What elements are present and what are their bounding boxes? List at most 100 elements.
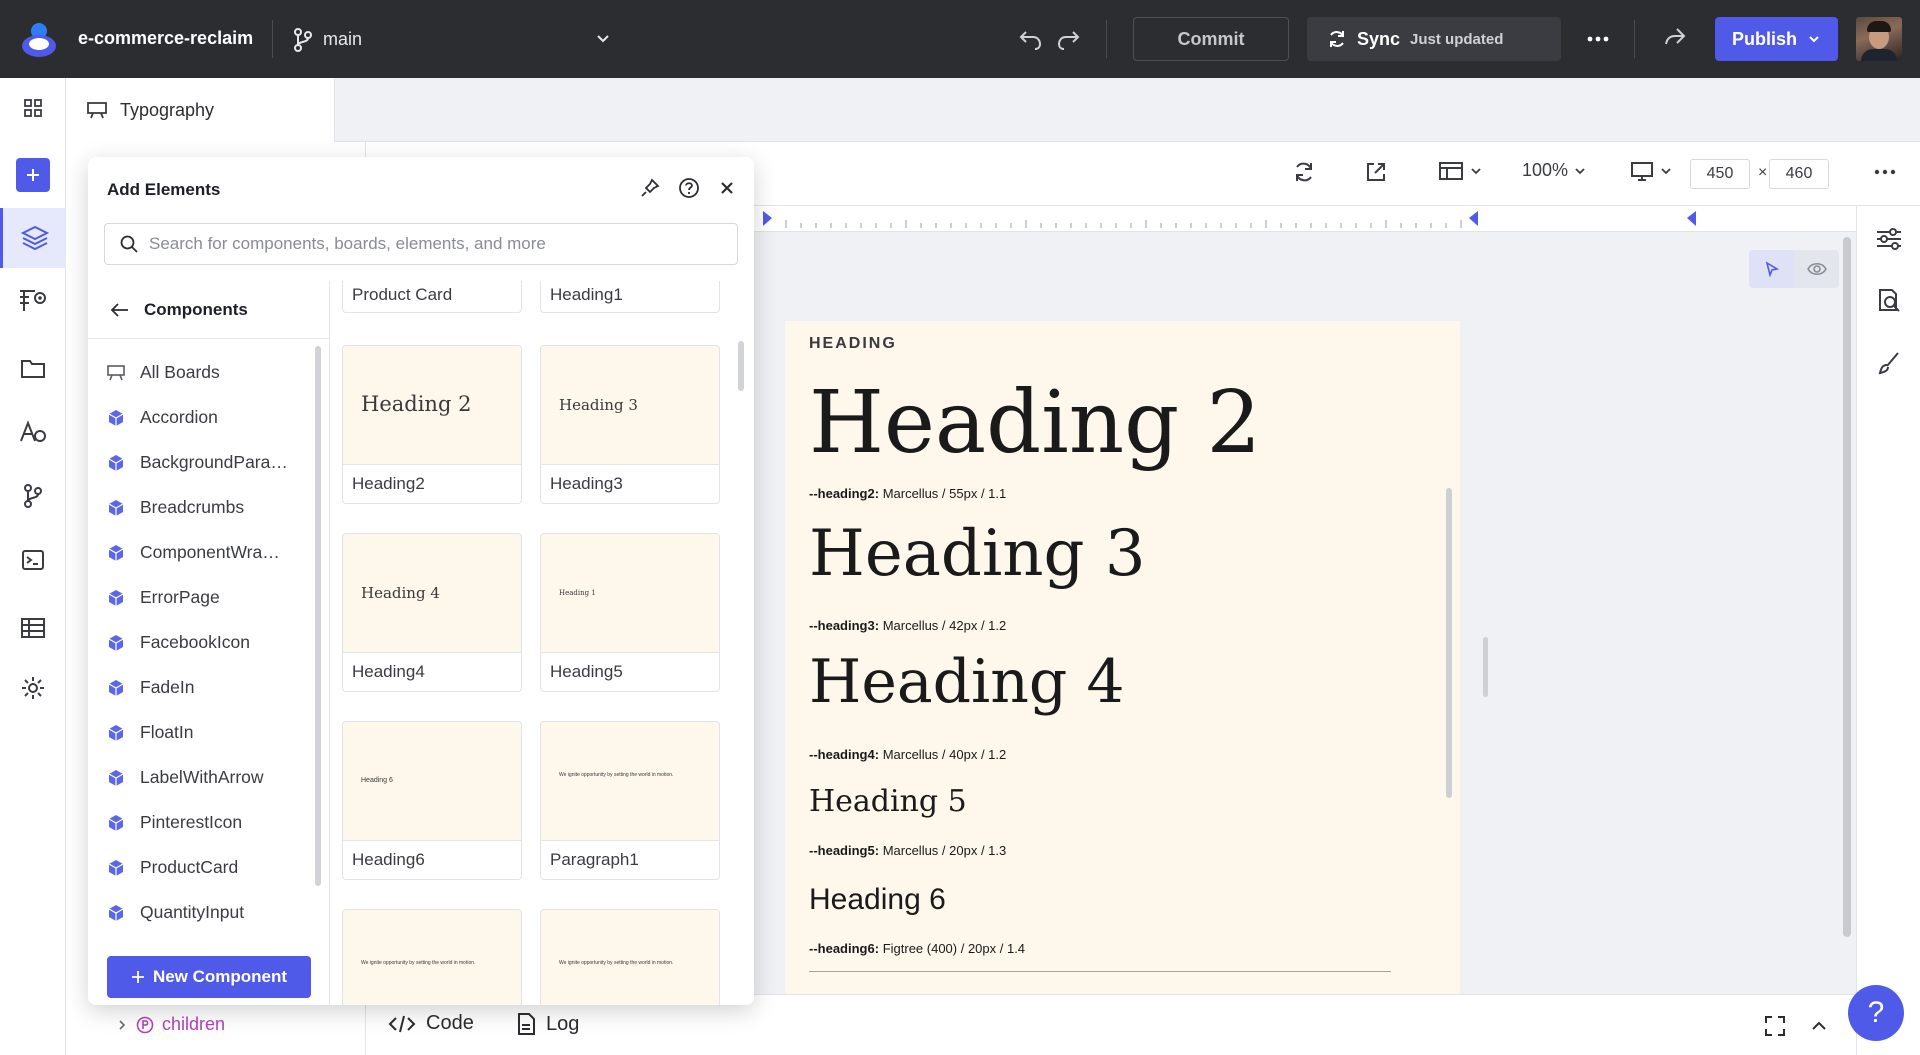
- rail-item-files[interactable]: [0, 338, 66, 398]
- list-item-label: ErrorPage: [140, 587, 220, 607]
- layout-dropdown[interactable]: [1438, 160, 1482, 182]
- list-item[interactable]: Accordion: [88, 395, 318, 440]
- redo-icon[interactable]: [1055, 26, 1081, 52]
- help-button[interactable]: ?: [1848, 985, 1904, 1041]
- list-scrollbar[interactable]: [315, 346, 321, 886]
- refresh-button[interactable]: [1292, 160, 1316, 184]
- project-name[interactable]: e-commerce-reclaim: [78, 28, 253, 49]
- chevron-down-icon: [1575, 167, 1585, 174]
- list-item[interactable]: FadeIn: [88, 665, 318, 710]
- chevron-down-icon[interactable]: [595, 30, 611, 46]
- list-item[interactable]: ComponentWra…: [88, 530, 318, 575]
- list-item[interactable]: PinterestIcon: [88, 800, 318, 845]
- canvas-more-button[interactable]: [1873, 160, 1897, 184]
- heading2-sample[interactable]: Heading 2: [809, 373, 1261, 473]
- list-item[interactable]: QuantityInput: [88, 890, 318, 935]
- rail-item-dashboard[interactable]: [0, 78, 66, 138]
- code-tab[interactable]: Code: [388, 1012, 474, 1035]
- card-thumbnail: Heading 1: [541, 534, 719, 653]
- heading4-sample[interactable]: Heading 4: [809, 647, 1125, 717]
- component-card[interactable]: Heading 3 Heading3: [540, 345, 720, 504]
- new-component-button[interactable]: New Component: [107, 956, 311, 998]
- sync-button[interactable]: Sync Just updated: [1307, 17, 1561, 61]
- branch-name[interactable]: main: [323, 29, 362, 50]
- heading3-sample[interactable]: Heading 3: [809, 517, 1146, 591]
- component-card[interactable]: Heading1: [540, 281, 720, 313]
- sliders-icon[interactable]: [1875, 226, 1903, 252]
- component-card[interactable]: Heading 2 Heading2: [342, 345, 522, 504]
- pin-icon[interactable]: [640, 178, 660, 198]
- rail-item-typography[interactable]: [0, 402, 66, 462]
- preview-mode-button[interactable]: [1794, 250, 1839, 288]
- help-circle-icon[interactable]: [678, 177, 700, 199]
- heading6-sample[interactable]: Heading 6: [809, 883, 946, 917]
- arrow-left-icon: [110, 302, 128, 317]
- rail-item-branches[interactable]: [0, 466, 66, 526]
- log-tab[interactable]: Log: [516, 1012, 579, 1036]
- branch-icon: [24, 484, 42, 508]
- search-box[interactable]: [104, 223, 738, 265]
- rail-item-components[interactable]: [0, 270, 66, 330]
- publish-button[interactable]: Publish: [1715, 17, 1838, 61]
- rail-item-console[interactable]: [0, 530, 66, 590]
- components-header[interactable]: Components: [88, 281, 329, 339]
- list-item[interactable]: All Boards: [88, 350, 318, 395]
- typography-board[interactable]: HEADING Heading 2 --heading2: Marcellus …: [785, 321, 1460, 994]
- inspect-icon[interactable]: [1876, 288, 1902, 314]
- more-options-icon[interactable]: [1585, 26, 1611, 52]
- heading5-sample[interactable]: Heading 5: [809, 784, 967, 819]
- component-card[interactable]: Product Card: [342, 281, 522, 313]
- list-item[interactable]: LabelWithArrow: [88, 755, 318, 800]
- component-card[interactable]: Heading 4 Heading4: [342, 533, 522, 692]
- list-item-label: FloatIn: [140, 722, 194, 742]
- component-card[interactable]: We ignite opportunity by setting the wor…: [540, 909, 720, 1005]
- app-logo-icon[interactable]: [18, 18, 60, 60]
- layer-item-children[interactable]: children: [116, 1014, 225, 1035]
- open-external-button[interactable]: [1364, 160, 1388, 184]
- list-item[interactable]: FacebookIcon: [88, 620, 318, 665]
- zoom-dropdown[interactable]: 100%: [1522, 160, 1586, 181]
- tab-strip: Typography: [66, 78, 1920, 142]
- brush-icon[interactable]: [1876, 350, 1902, 376]
- layers-icon: [20, 225, 49, 251]
- rail-item-data[interactable]: [0, 598, 66, 658]
- close-icon[interactable]: [718, 179, 736, 197]
- component-card[interactable]: Heading 1 Heading5: [540, 533, 720, 692]
- component-card[interactable]: We ignite opportunity by setting the wor…: [342, 909, 522, 1005]
- rail-item-layers[interactable]: [0, 208, 66, 268]
- board-icon: [87, 102, 107, 119]
- list-item[interactable]: BackgroundPara…: [88, 440, 318, 485]
- board-scrollbar[interactable]: [1446, 488, 1452, 798]
- select-mode-button[interactable]: [1749, 250, 1794, 288]
- heading5-spec: --heading5: Marcellus / 20px / 1.3: [809, 843, 1007, 858]
- search-icon: [120, 235, 138, 253]
- resize-handle[interactable]: [1483, 637, 1488, 697]
- commit-button[interactable]: Commit: [1133, 17, 1289, 61]
- component-cube-icon: [108, 499, 124, 516]
- component-card[interactable]: We ignite opportunity by setting the wor…: [540, 721, 720, 880]
- add-elements-button[interactable]: [16, 158, 50, 192]
- tab-typography[interactable]: Typography: [66, 78, 335, 142]
- heading6-spec: --heading6: Figtree (400) / 20px / 1.4: [809, 941, 1026, 956]
- fullscreen-icon[interactable]: [1764, 1015, 1786, 1037]
- height-input[interactable]: 460: [1769, 159, 1829, 189]
- chevron-up-icon[interactable]: [1810, 1017, 1828, 1035]
- avatar[interactable]: [1856, 17, 1902, 61]
- component-card[interactable]: Heading 6 Heading6: [342, 721, 522, 880]
- width-input[interactable]: 450: [1690, 159, 1750, 189]
- list-item[interactable]: ErrorPage: [88, 575, 318, 620]
- list-item[interactable]: Breadcrumbs: [88, 485, 318, 530]
- search-input[interactable]: [149, 234, 719, 254]
- list-item[interactable]: FloatIn: [88, 710, 318, 755]
- dimension-separator: ×: [1758, 164, 1768, 181]
- device-dropdown[interactable]: [1630, 160, 1672, 182]
- list-item-label: ProductCard: [140, 857, 239, 877]
- share-icon[interactable]: [1662, 24, 1688, 50]
- canvas-scrollbar[interactable]: [1843, 237, 1851, 937]
- grid-scrollbar[interactable]: [738, 341, 744, 391]
- rail-item-settings[interactable]: [0, 658, 66, 718]
- undo-icon[interactable]: [1018, 26, 1044, 52]
- list-item[interactable]: ProductCard: [88, 845, 318, 890]
- right-rail: [1856, 206, 1920, 1055]
- folder-icon: [21, 360, 45, 378]
